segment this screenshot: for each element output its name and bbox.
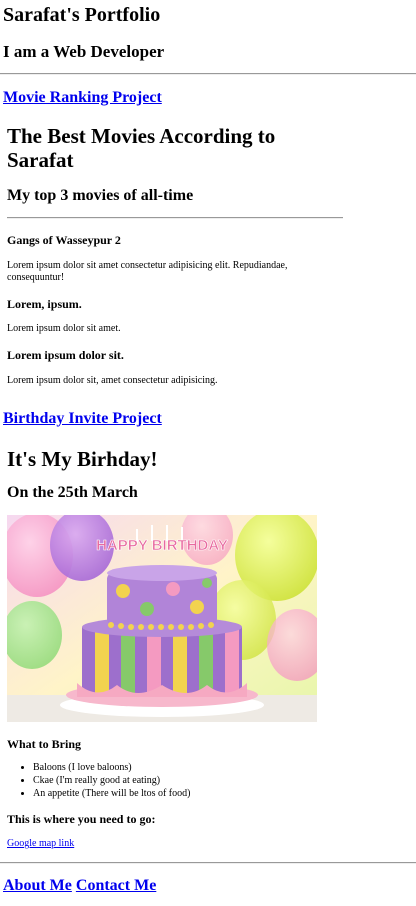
list-item: An appetite (There will be ltos of food): [33, 787, 190, 800]
page-subtitle: I am a Web Developer: [3, 42, 165, 61]
footer-nav: About Me Contact Me: [3, 877, 156, 895]
cake-topper-text: HAPPY BIRTHDAY: [96, 537, 228, 554]
movie-project-link[interactable]: Movie Ranking Project: [3, 89, 162, 106]
birthday-project-heading: Birthday Invite Project: [3, 410, 162, 428]
location-heading: This is where you need to go:: [7, 812, 156, 826]
movie-frame-divider: [7, 217, 343, 219]
movie-project-heading: Movie Ranking Project: [3, 89, 162, 107]
birthday-frame-date: On the 25th March: [7, 484, 138, 501]
about-me-link[interactable]: About Me: [3, 877, 72, 894]
page-title: Sarafat's Portfolio: [3, 4, 161, 26]
google-map-link[interactable]: Google map link: [7, 838, 74, 849]
list-item: Baloons (I love baloons): [33, 761, 190, 774]
header-divider: [0, 73, 416, 75]
bring-list: Baloons (I love baloons) Ckae (I'm reall…: [7, 761, 190, 800]
list-item: Ckae (I'm really good at eating): [33, 774, 190, 787]
movie-description: Lorem ipsum dolor sit amet consectetur a…: [7, 260, 288, 283]
birthday-project-link[interactable]: Birthday Invite Project: [3, 410, 162, 427]
movie-title: Lorem, ipsum.: [7, 297, 82, 311]
birthday-cake-image: HAPPY BIRTHDAY: [7, 515, 317, 722]
movie-description: Lorem ipsum dolor sit amet.: [7, 323, 121, 334]
movie-frame-heading: The Best Movies According to Sarafat: [7, 124, 276, 172]
movie-description: Lorem ipsum dolor sit, amet consectetur …: [7, 375, 218, 386]
movie-title: Gangs of Wasseypur 2: [7, 233, 121, 247]
bring-heading: What to Bring: [7, 737, 82, 751]
contact-me-link[interactable]: Contact Me: [76, 877, 156, 894]
footer-divider: [0, 862, 416, 864]
birthday-frame-heading: It's My Birhday!: [7, 447, 158, 471]
movie-title: Lorem ipsum dolor sit.: [7, 348, 124, 362]
movie-frame-subheading: My top 3 movies of all-time: [7, 187, 194, 204]
